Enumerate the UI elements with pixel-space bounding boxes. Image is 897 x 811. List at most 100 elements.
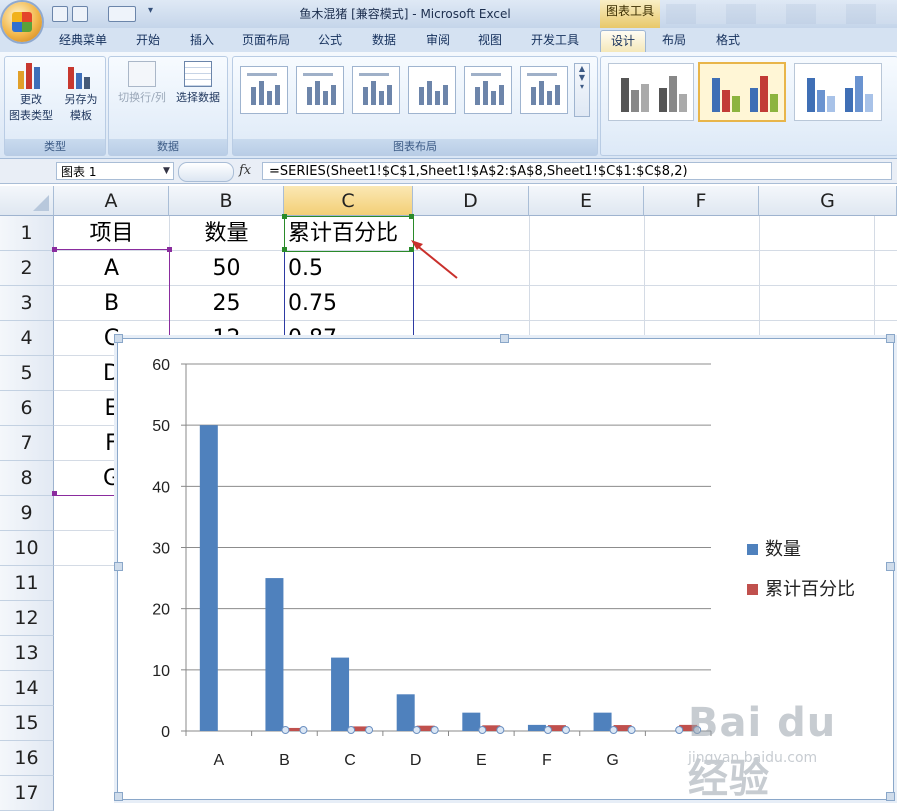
x-tick-label-3: D xyxy=(410,752,422,769)
bar-0-3 xyxy=(396,694,415,731)
cell-a1[interactable]: 项目 xyxy=(54,216,169,251)
range-handle[interactable] xyxy=(282,214,287,219)
office-button[interactable] xyxy=(2,2,42,42)
row-header-1[interactable]: 1 xyxy=(0,216,54,251)
chart-layout-1[interactable] xyxy=(240,66,288,114)
bar-0-6 xyxy=(593,712,612,731)
selection-marker-6-r xyxy=(627,726,636,734)
range-handle[interactable] xyxy=(167,247,172,252)
range-handle[interactable] xyxy=(52,491,57,496)
insert-function-icon[interactable]: fx xyxy=(239,162,251,180)
chart-resize-handle[interactable] xyxy=(500,334,509,343)
chart-layout-3[interactable] xyxy=(352,66,400,114)
tab-format[interactable]: 格式 xyxy=(706,30,750,52)
range-handle[interactable] xyxy=(282,247,287,252)
row-header-16[interactable]: 16 xyxy=(0,741,54,776)
row-header-13[interactable]: 13 xyxy=(0,636,54,671)
chart-layout-4[interactable] xyxy=(408,66,456,114)
row-header-11[interactable]: 11 xyxy=(0,566,54,601)
column-header-g[interactable]: G xyxy=(759,186,897,216)
row-header-9[interactable]: 9 xyxy=(0,496,54,531)
row-header-2[interactable]: 2 xyxy=(0,251,54,286)
x-tick-label-1: B xyxy=(279,752,290,769)
row-header-3[interactable]: 3 xyxy=(0,286,54,321)
range-handle[interactable] xyxy=(409,214,414,219)
chart-style-1[interactable] xyxy=(608,63,694,121)
tab-layout[interactable]: 布局 xyxy=(652,30,696,52)
chart-layout-2[interactable] xyxy=(296,66,344,114)
row-header-5[interactable]: 5 xyxy=(0,356,54,391)
column-header-c[interactable]: C xyxy=(284,186,413,216)
select-data-button[interactable]: 选择数据 xyxy=(171,61,225,106)
group-type: 更改 图表类型 另存为 模板 类型 xyxy=(4,56,106,156)
tab-design[interactable]: 设计 xyxy=(600,30,646,53)
layout-gallery-scroller[interactable]: ▲ ▼ ▾ xyxy=(574,63,590,117)
row-header-15[interactable]: 15 xyxy=(0,706,54,741)
tab-home[interactable]: 开始 xyxy=(126,30,170,52)
column-header-d[interactable]: D xyxy=(413,186,529,216)
row-header-6[interactable]: 6 xyxy=(0,391,54,426)
chart-resize-handle[interactable] xyxy=(886,334,895,343)
undo-icon[interactable] xyxy=(72,6,88,22)
chart-layout-6[interactable] xyxy=(520,66,568,114)
red-arrow-annotation xyxy=(411,240,458,279)
qat-customize-icon[interactable]: ▾ xyxy=(148,5,153,16)
column-header-f[interactable]: F xyxy=(644,186,759,216)
bar-0-4 xyxy=(462,712,481,731)
selection-marker-4-r xyxy=(496,726,505,734)
row-header-12[interactable]: 12 xyxy=(0,601,54,636)
office-logo-icon xyxy=(12,12,32,32)
chart-resize-handle[interactable] xyxy=(886,562,895,571)
row-header-4[interactable]: 4 xyxy=(0,321,54,356)
select-all-corner[interactable] xyxy=(0,186,54,216)
tab-page-layout[interactable]: 页面布局 xyxy=(234,30,298,52)
values-range-highlight xyxy=(169,249,285,339)
row-header-17[interactable]: 17 xyxy=(0,776,54,811)
group-data-label: 数据 xyxy=(109,139,227,155)
bar-0-1 xyxy=(265,578,284,731)
formula-input[interactable]: =SERIES(Sheet1!$C$1,Sheet1!$A$2:$A$8,She… xyxy=(262,162,892,180)
tab-classic-menu[interactable]: 经典菜单 xyxy=(50,30,116,52)
x-tick-label-2: C xyxy=(344,752,356,769)
chart-layout-5[interactable] xyxy=(464,66,512,114)
chart-resize-handle[interactable] xyxy=(114,562,123,571)
tab-review[interactable]: 审阅 xyxy=(416,30,460,52)
switch-row-column-label: 切换行/列 xyxy=(118,91,166,104)
tab-developer[interactable]: 开发工具 xyxy=(522,30,588,52)
range-handle[interactable] xyxy=(52,247,57,252)
name-box-dropdown-icon[interactable]: ▼ xyxy=(163,162,170,180)
switch-row-column-button[interactable]: 切换行/列 xyxy=(113,61,171,106)
chart-style-3[interactable] xyxy=(794,63,882,121)
selection-marker-5-r xyxy=(561,726,570,734)
column-header-e[interactable]: E xyxy=(529,186,644,216)
chart-type-icon xyxy=(16,61,46,89)
cell-b1[interactable]: 数量 xyxy=(169,216,284,251)
tab-data[interactable]: 数据 xyxy=(362,30,406,52)
selection-marker-2-l xyxy=(347,726,356,734)
row-header-10[interactable]: 10 xyxy=(0,531,54,566)
chart-style-2-selected[interactable] xyxy=(698,62,786,122)
tab-view[interactable]: 视图 xyxy=(468,30,512,52)
row-header-8[interactable]: 8 xyxy=(0,461,54,496)
column-header-a[interactable]: A xyxy=(54,186,169,216)
redo-icon[interactable] xyxy=(108,6,136,22)
save-icon[interactable] xyxy=(52,6,68,22)
formula-bar-resize-handle[interactable] xyxy=(178,162,234,182)
chart-resize-handle[interactable] xyxy=(114,792,123,801)
name-box[interactable]: 图表 1 xyxy=(56,162,174,180)
save-template-icon xyxy=(66,61,96,89)
tab-insert[interactable]: 插入 xyxy=(180,30,224,52)
selection-marker-5-l xyxy=(543,726,552,734)
title-bar-decoration xyxy=(666,4,897,24)
row-header-7[interactable]: 7 xyxy=(0,426,54,461)
tab-formulas[interactable]: 公式 xyxy=(308,30,352,52)
chart-resize-handle[interactable] xyxy=(114,334,123,343)
switch-row-col-icon xyxy=(128,61,156,87)
y-tick-label-5: 50 xyxy=(152,418,170,435)
column-header-b[interactable]: B xyxy=(169,186,284,216)
select-data-icon xyxy=(184,61,212,87)
save-as-template-button[interactable]: 另存为 模板 xyxy=(57,61,105,124)
row-header-14[interactable]: 14 xyxy=(0,671,54,706)
legend-swatch-1 xyxy=(747,584,758,595)
change-chart-type-button[interactable]: 更改 图表类型 xyxy=(7,61,55,124)
